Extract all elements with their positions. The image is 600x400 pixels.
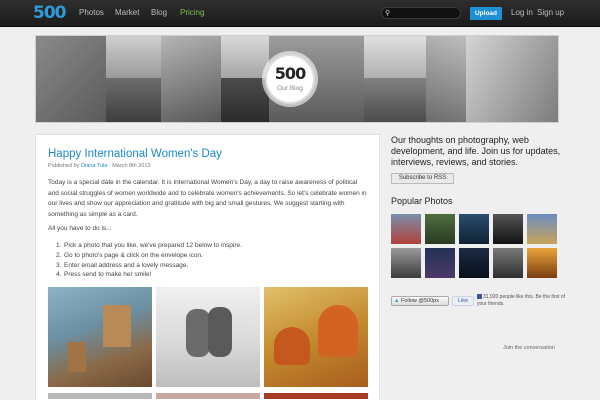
fox-figure (318, 305, 358, 357)
facebook-like-button[interactable]: Like (452, 296, 474, 306)
join-conversation-link[interactable]: Join the conversation (503, 345, 555, 351)
photo-row-edge (48, 393, 152, 399)
search-box[interactable]: ⚲ (381, 7, 461, 19)
photo-row-edge (156, 393, 260, 399)
nav-market[interactable]: Market (115, 8, 139, 17)
paragraph-line: and social struggles of women worldwide … (48, 189, 367, 197)
twitter-follow-button[interactable]: ▲ Follow @500px (391, 296, 449, 306)
blog-badge[interactable]: 500 Our Blog (265, 54, 315, 104)
search-icon: ⚲ (385, 10, 391, 17)
photo-row-edge (264, 393, 368, 399)
banner-photo (221, 78, 269, 122)
twitter-bird-icon: ▲ (394, 298, 400, 304)
banner-photo (106, 78, 161, 122)
foxes-photo[interactable] (264, 287, 368, 387)
robot-figure (103, 305, 131, 347)
banner-photo (426, 36, 466, 122)
list-item: 2. Go to photo's page & click on the enve… (56, 251, 203, 259)
blog-badge-logo: 500 (274, 64, 306, 83)
nav-pricing[interactable]: Pricing (180, 8, 204, 17)
paragraph-line: something as simple as a card. (48, 210, 138, 218)
500px-logo[interactable]: 500 (33, 3, 66, 23)
post-title[interactable]: Happy International Women's Day (48, 148, 222, 160)
nav-photos[interactable]: Photos (79, 8, 104, 17)
byline-prefix: Published by (48, 163, 80, 169)
steps-list: 1. Pick a photo that you like, we've prep… (56, 241, 242, 280)
banner-photo (161, 36, 221, 122)
bear-figure (208, 307, 232, 357)
popular-photo-thumb[interactable] (459, 248, 489, 278)
banner-photo (221, 36, 269, 78)
list-item: 4. Press send to make her smile! (56, 271, 152, 279)
facebook-like-count: 31,920 people like this. Be the first of… (477, 294, 565, 307)
banner-photo (364, 36, 426, 78)
paragraph-line: our lives and show our appreciation and … (48, 200, 345, 207)
facebook-icon (477, 294, 482, 299)
box-robots-photo[interactable] (48, 287, 152, 387)
login-link[interactable]: Log in (511, 8, 533, 17)
popular-photo-thumb[interactable] (527, 214, 557, 244)
subscribe-rss-button[interactable]: Subscribe to RSS (391, 173, 454, 184)
popular-photo-thumb[interactable] (493, 248, 523, 278)
banner-photo (106, 36, 161, 78)
bear-figure (186, 309, 210, 357)
post-date: · March 8th 2013 (108, 163, 151, 169)
popular-photo-thumb[interactable] (391, 214, 421, 244)
robot-figure (68, 342, 86, 372)
nav-blog[interactable]: Blog (151, 8, 167, 17)
post-paragraph-intro: All you have to do is... (48, 225, 112, 232)
list-item: 3. Enter email address and a lovely messa… (56, 261, 189, 269)
popular-photo-thumb[interactable] (527, 248, 557, 278)
blog-post: Happy International Women's Day Publishe… (35, 134, 380, 400)
list-item: 1. Pick a photo that you like, we've prep… (56, 242, 242, 249)
post-byline: Published by Diana Tula · March 8th 2013 (48, 163, 150, 169)
popular-photo-thumb[interactable] (391, 248, 421, 278)
popular-photos-heading: Popular Photos (391, 196, 453, 206)
popular-photo-thumb[interactable] (425, 248, 455, 278)
popular-photo-thumb[interactable] (459, 214, 489, 244)
bear-cubs-photo[interactable] (156, 287, 260, 387)
search-input[interactable] (394, 8, 458, 18)
top-navigation-bar: 500 Photos Market Blog Pricing ⚲ Upload … (0, 0, 600, 27)
signup-link[interactable]: Sign up (537, 8, 564, 17)
post-paragraph: Today is a special date in the calendar.… (48, 178, 368, 220)
banner-photo (36, 36, 106, 122)
banner-photo (466, 36, 558, 122)
blog-banner: 500 Our Blog (35, 35, 559, 123)
blog-tagline: Our thoughts on photography, web develop… (391, 135, 561, 167)
paragraph-line: Today is a special date in the calendar.… (48, 179, 358, 186)
twitter-follow-label: Follow @500px (400, 298, 439, 304)
fox-figure (274, 327, 310, 365)
popular-photo-thumb[interactable] (425, 214, 455, 244)
blog-badge-label: Our Blog (277, 85, 303, 92)
author-link[interactable]: Diana Tula (81, 163, 107, 169)
upload-button[interactable]: Upload (470, 7, 502, 20)
popular-photo-thumb[interactable] (493, 214, 523, 244)
banner-photo (364, 78, 426, 122)
